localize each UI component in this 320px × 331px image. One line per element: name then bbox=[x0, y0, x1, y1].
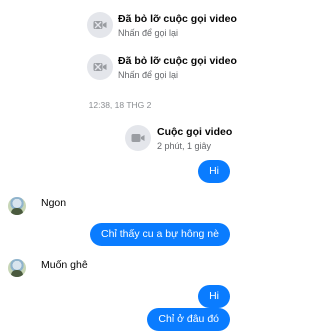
outgoing-message[interactable]: Chỉ thấy cu a bự hông nè bbox=[90, 223, 230, 246]
contact-avatar[interactable] bbox=[8, 197, 26, 215]
missed-call-subtitle[interactable]: Nhấn để gọi lại bbox=[118, 28, 178, 38]
incoming-message[interactable]: Muốn ghê bbox=[41, 259, 88, 271]
video-call-icon[interactable] bbox=[125, 125, 151, 151]
outgoing-message[interactable]: Hi bbox=[198, 160, 230, 183]
message-timestamp: 12:38, 18 THG 2 bbox=[88, 100, 152, 110]
missed-call-title[interactable]: Đã bỏ lỡ cuộc gọi video bbox=[118, 13, 237, 25]
video-call-title[interactable]: Cuộc gọi video bbox=[157, 126, 232, 138]
missed-call-icon[interactable] bbox=[87, 12, 113, 38]
incoming-message[interactable]: Ngon bbox=[41, 197, 66, 209]
video-camera-icon bbox=[131, 134, 145, 142]
outgoing-message[interactable]: Hi bbox=[198, 285, 230, 308]
missed-call-icon[interactable] bbox=[87, 54, 113, 80]
video-camera-off-icon bbox=[93, 63, 107, 71]
video-call-duration[interactable]: 2 phút, 1 giây bbox=[157, 141, 211, 151]
missed-call-subtitle[interactable]: Nhấn để gọi lại bbox=[118, 70, 178, 80]
video-camera-off-icon bbox=[93, 21, 107, 29]
contact-avatar[interactable] bbox=[8, 259, 26, 277]
missed-call-title[interactable]: Đã bỏ lỡ cuộc gọi video bbox=[118, 55, 237, 67]
